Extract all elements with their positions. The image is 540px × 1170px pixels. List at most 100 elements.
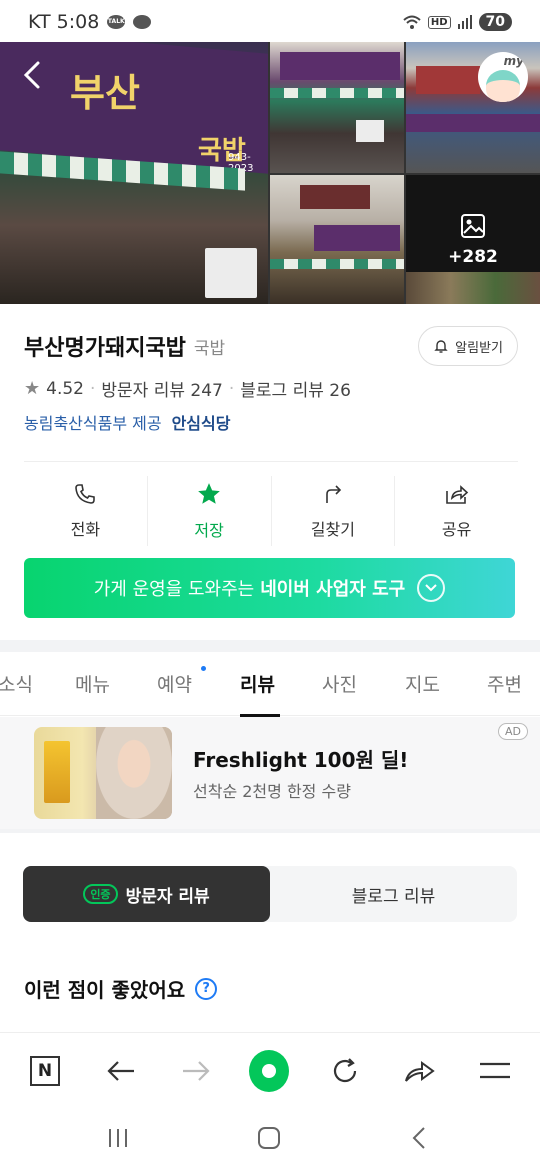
save-label: 저장 (194, 521, 224, 540)
safe-restaurant-badge: 안심식당 (171, 414, 231, 433)
home-icon (258, 1127, 280, 1149)
business-tool-banner[interactable]: 가게 운영을 도와주는 네이버 사업자 도구 (24, 558, 515, 618)
main-photo[interactable]: 부산 국밥 943-2023 (0, 42, 268, 304)
system-back-button[interactable] (400, 1122, 440, 1154)
certification-row: 농림축산식품부 제공 안심식당 (24, 410, 230, 434)
call-button[interactable]: 전화 (24, 476, 148, 546)
hd-voice-icon: HD (427, 15, 451, 29)
back-arrow-icon[interactable] (18, 60, 48, 90)
browser-toolbar: N (0, 1032, 540, 1106)
divider (24, 461, 518, 462)
tab-menu[interactable]: 메뉴 (75, 670, 110, 697)
directions-button[interactable]: 길찾기 (272, 476, 396, 546)
menu-button[interactable] (475, 1051, 515, 1091)
ad-badge: AD (498, 723, 528, 740)
liked-points-heading: 이런 점이 좋았어요 ? (24, 974, 218, 1003)
kakaotalk-icon: TALK (107, 15, 126, 29)
place-name: 부산명가돼지국밥 (24, 336, 186, 361)
signal-icon (457, 15, 472, 29)
share-arrow-icon (405, 1061, 435, 1082)
tab-map[interactable]: 지도 (405, 670, 440, 697)
refresh-button[interactable] (325, 1051, 365, 1091)
alarm-label: 알림받기 (455, 340, 503, 356)
directions-label: 길찾기 (310, 520, 355, 539)
green-dot-button[interactable] (249, 1050, 289, 1092)
ad-image (34, 727, 172, 819)
place-title-row: 부산명가돼지국밥 국밥 알림받기 (24, 326, 518, 366)
arrow-left-icon (107, 1061, 134, 1081)
chat-icon (133, 15, 152, 29)
action-bar: 전화 저장 길찾기 공유 (24, 476, 518, 546)
share-icon (445, 485, 468, 504)
recents-icon (109, 1129, 127, 1147)
chevron-left-icon (412, 1127, 425, 1149)
phone-icon (75, 484, 96, 504)
liked-title: 이런 점이 좋았어요 (24, 978, 186, 1002)
help-icon[interactable]: ? (195, 977, 218, 1000)
share-page-button[interactable] (400, 1051, 440, 1091)
photo-gallery[interactable]: 부산 국밥 943-2023 my +282 (0, 42, 540, 304)
home-button[interactable] (249, 1122, 289, 1154)
back-button[interactable] (101, 1051, 141, 1091)
alarm-button[interactable]: 알림받기 (418, 326, 518, 366)
image-icon (461, 213, 485, 238)
tab-review[interactable]: 리뷰 (240, 670, 275, 697)
blog-review-label: 블로그 리뷰 (351, 886, 436, 907)
wifi-icon (403, 15, 421, 29)
rating-value: 4.52 (46, 378, 84, 399)
photo-thumb[interactable] (270, 175, 404, 304)
naver-n-icon: N (30, 1056, 60, 1086)
avatar-face-icon (486, 70, 520, 102)
new-indicator-dot (201, 666, 206, 671)
share-label: 공유 (441, 520, 472, 539)
provider-text[interactable]: 농림축산식품부 제공 (24, 410, 162, 434)
star-icon: ★ (24, 378, 41, 399)
share-button[interactable]: 공유 (395, 476, 518, 546)
hamburger-menu-icon (480, 1062, 510, 1079)
carrier-time: KT 5:08 (28, 11, 100, 33)
section-gap (0, 829, 540, 833)
tab-photos[interactable]: 사진 (322, 670, 357, 697)
bell-icon (434, 340, 448, 353)
biz-tool-prefix: 가게 운영을 도와주는 (93, 579, 255, 600)
star-icon (198, 483, 220, 504)
system-nav-bar (0, 1106, 540, 1170)
review-type-toggle: 인증 방문자 리뷰 블로그 리뷰 (23, 866, 517, 922)
photo-thumb[interactable]: my (406, 42, 540, 173)
blog-review-count[interactable]: 블로그 리뷰 26 (240, 376, 351, 401)
section-gap (0, 640, 540, 652)
visitor-review-label: 방문자 리뷰 (125, 886, 210, 907)
visitor-review-count[interactable]: 방문자 리뷰 247 (101, 376, 222, 401)
blog-review-tab[interactable]: 블로그 리뷰 (270, 866, 517, 922)
photo-thumb[interactable] (270, 42, 404, 173)
naver-home-button[interactable]: N (25, 1051, 65, 1091)
status-bar: KT 5:08 TALK HD 70 (0, 0, 540, 44)
tab-bar: 소식 메뉴 예약 리뷰 사진 지도 주변 (0, 652, 540, 717)
refresh-icon (333, 1058, 357, 1083)
place-category: 국밥 (193, 338, 226, 359)
ad-banner[interactable]: Freshlight 100원 딜! 선착순 2천명 한정 수량 AD (0, 717, 540, 829)
battery-indicator: 70 (478, 13, 512, 31)
biz-tool-bold: 네이버 사업자 도구 (260, 579, 406, 600)
chevron-down-icon (417, 574, 446, 602)
save-button[interactable]: 저장 (148, 476, 272, 546)
rating-stats: ★ 4.52 · 방문자 리뷰 247 · 블로그 리뷰 26 (24, 376, 351, 401)
sign-text: 부산 (70, 70, 140, 115)
more-photos-count: +282 (448, 246, 498, 267)
directions-icon (326, 485, 342, 503)
tab-reservation[interactable]: 예약 (157, 670, 192, 697)
ad-subtitle: 선착순 2천명 한정 수량 (193, 782, 351, 801)
tab-news[interactable]: 소식 (0, 670, 33, 697)
green-dot-icon (249, 1050, 289, 1092)
arrow-right-icon (183, 1061, 210, 1081)
call-label: 전화 (70, 520, 101, 539)
certified-badge: 인증 (83, 884, 118, 904)
more-photos-tile[interactable]: +282 (406, 175, 540, 304)
visitor-review-tab[interactable]: 인증 방문자 리뷰 (23, 866, 270, 922)
my-profile-avatar[interactable]: my (478, 52, 528, 102)
ad-title: Freshlight 100원 딜! (193, 748, 409, 772)
recents-button[interactable] (98, 1122, 138, 1154)
forward-button[interactable] (176, 1051, 216, 1091)
tab-nearby[interactable]: 주변 (487, 670, 522, 697)
my-label: my (503, 54, 524, 68)
